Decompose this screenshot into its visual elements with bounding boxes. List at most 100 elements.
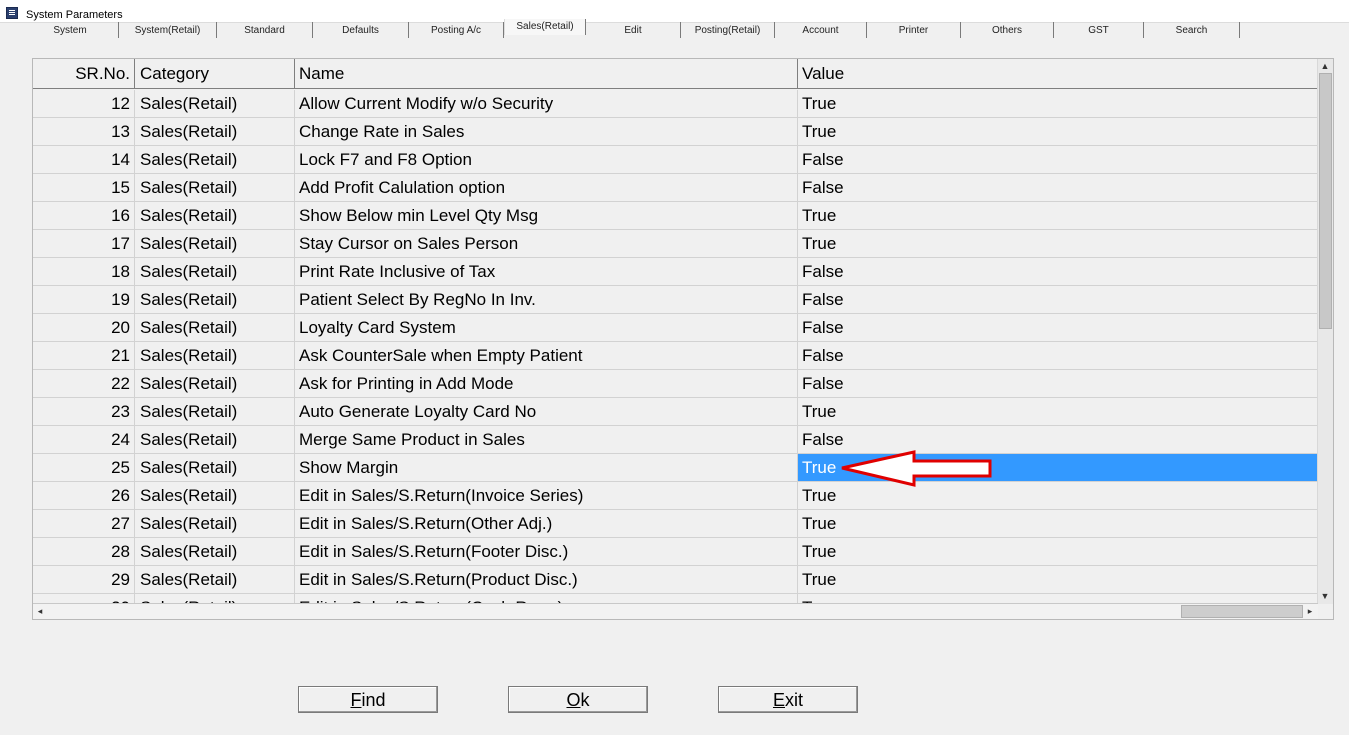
cell-name: Print Rate Inclusive of Tax [295,258,798,285]
scroll-down-icon[interactable]: ▼ [1318,589,1332,603]
column-header-sr-no[interactable]: SR.No. [33,59,135,89]
cell-name: Lock F7 and F8 Option [295,146,798,173]
cell-value[interactable]: False [798,314,1318,341]
table-row[interactable]: 14 Sales(Retail) Lock F7 and F8 Option Fals… [33,146,1318,174]
cell-value[interactable]: False [798,342,1318,369]
cell-value[interactable]: True [798,566,1318,593]
vertical-scroll-thumb[interactable] [1319,73,1332,329]
tab-defaults[interactable]: Defaults [313,22,409,38]
tab-system[interactable]: System [22,22,119,38]
tab-printer[interactable]: Printer [867,22,961,38]
column-header-category[interactable]: Category [135,59,295,89]
cell-name: Edit in Sales/S.Return(Product Disc.) [295,566,798,593]
red-arrow-annotation-icon [841,450,992,487]
table-row[interactable]: 29 Sales(Retail) Edit in Sales/S.Return(Pr… [33,566,1318,594]
cell-value[interactable]: True [798,538,1318,565]
scroll-up-icon[interactable]: ▲ [1318,59,1332,73]
cell-category: Sales(Retail) [135,426,295,453]
cell-category: Sales(Retail) [135,146,295,173]
cell-name: Edit in Sales/S.Return(Footer Disc.) [295,538,798,565]
ok-button[interactable]: Ok [508,686,648,713]
table-row[interactable]: 23 Sales(Retail) Auto Generate Loyalty Car… [33,398,1318,426]
cell-value[interactable]: True [798,118,1318,145]
tab-gst[interactable]: GST [1054,22,1144,38]
tab-search[interactable]: Search [1144,22,1240,38]
cell-name: Show Below min Level Qty Msg [295,202,798,229]
cell-sr-no: 22 [33,370,135,397]
table-row[interactable]: 22 Sales(Retail) Ask for Printing in Add M… [33,370,1318,398]
column-header-value[interactable]: Value [798,59,1318,89]
cell-sr-no: 12 [33,90,135,117]
cell-value[interactable]: False [798,174,1318,201]
table-row[interactable]: 20 Sales(Retail) Loyalty Card System False [33,314,1318,342]
tab-others[interactable]: Others [961,22,1054,38]
column-header-name[interactable]: Name [295,59,798,89]
cell-value[interactable]: False [798,370,1318,397]
cell-value[interactable]: True [798,398,1318,425]
cell-value[interactable]: False [798,146,1318,173]
table-row[interactable]: 15 Sales(Retail) Add Profit Calulation opt… [33,174,1318,202]
table-row[interactable]: 26 Sales(Retail) Edit in Sales/S.Return(In… [33,482,1318,510]
cell-value[interactable]: False [798,286,1318,313]
cell-name: Ask for Printing in Add Mode [295,370,798,397]
cell-name: Auto Generate Loyalty Card No [295,398,798,425]
cell-value[interactable]: True [798,230,1318,257]
window-menu-icon[interactable] [6,7,18,19]
horizontal-scroll-thumb[interactable] [1181,605,1303,618]
tab-strip: System System(Retail) Standard Defaults Post… [22,19,1252,40]
table-row[interactable]: 12 Sales(Retail) Allow Current Modify w/o … [33,90,1318,118]
table-row[interactable]: 21 Sales(Retail) Ask CounterSale when Empt… [33,342,1318,370]
cell-sr-no: 20 [33,314,135,341]
window-title: System Parameters [26,9,123,21]
table-row[interactable]: 24 Sales(Retail) Merge Same Product in Sal… [33,426,1318,454]
cell-sr-no: 27 [33,510,135,537]
grid-body: 12 Sales(Retail) Allow Current Modify w/o … [33,90,1318,604]
table-row[interactable]: 17 Sales(Retail) Stay Cursor on Sales Pers… [33,230,1318,258]
cell-value[interactable]: True [798,90,1318,117]
tab-system-retail[interactable]: System(Retail) [119,22,217,38]
cell-category: Sales(Retail) [135,118,295,145]
cell-name: Loyalty Card System [295,314,798,341]
cell-sr-no: 28 [33,538,135,565]
tab-standard[interactable]: Standard [217,22,313,38]
table-row[interactable]: 19 Sales(Retail) Patient Select By RegNo I… [33,286,1318,314]
tab-posting-a-c[interactable]: Posting A/c [409,22,504,38]
parameters-grid: SR.No. Category Name Value 12 Sales(Retai… [32,58,1334,620]
cell-category: Sales(Retail) [135,510,295,537]
tab-edit[interactable]: Edit [586,22,681,38]
cell-name: Ask CounterSale when Empty Patient [295,342,798,369]
table-row[interactable]: 27 Sales(Retail) Edit in Sales/S.Return(Ot… [33,510,1318,538]
cell-sr-no: 17 [33,230,135,257]
cell-category: Sales(Retail) [135,398,295,425]
table-row[interactable]: 28 Sales(Retail) Edit in Sales/S.Return(Fo… [33,538,1318,566]
table-row[interactable]: 25 Sales(Retail) Show Margin True [33,454,1318,482]
cell-category: Sales(Retail) [135,258,295,285]
cell-sr-no: 21 [33,342,135,369]
cell-value[interactable]: False [798,258,1318,285]
scroll-right-icon[interactable]: ▸ [1303,604,1317,618]
cell-name: Change Rate in Sales [295,118,798,145]
cell-category: Sales(Retail) [135,566,295,593]
cell-value[interactable]: True [798,510,1318,537]
cell-value[interactable]: True [798,202,1318,229]
cell-category: Sales(Retail) [135,342,295,369]
cell-sr-no: 29 [33,566,135,593]
cell-value[interactable]: False [798,426,1318,453]
tab-posting-retail[interactable]: Posting(Retail) [681,22,775,38]
table-row[interactable]: 16 Sales(Retail) Show Below min Level Qty … [33,202,1318,230]
cell-sr-no: 18 [33,258,135,285]
cell-category: Sales(Retail) [135,482,295,509]
cell-sr-no: 26 [33,482,135,509]
find-button[interactable]: Find [298,686,438,713]
cell-category: Sales(Retail) [135,174,295,201]
scroll-left-icon[interactable]: ◂ [33,604,47,618]
exit-button[interactable]: Exit [718,686,858,713]
tab-sales-retail[interactable]: Sales(Retail) [504,19,586,35]
horizontal-scrollbar[interactable]: ◂ ▸ [33,603,1318,619]
table-row[interactable]: 13 Sales(Retail) Change Rate in Sales True [33,118,1318,146]
tab-account[interactable]: Account [775,22,867,38]
vertical-scrollbar[interactable]: ▲ ▼ [1317,59,1333,604]
cell-category: Sales(Retail) [135,202,295,229]
table-row[interactable]: 18 Sales(Retail) Print Rate Inclusive of T… [33,258,1318,286]
grid-header: SR.No. Category Name Value [33,59,1318,90]
